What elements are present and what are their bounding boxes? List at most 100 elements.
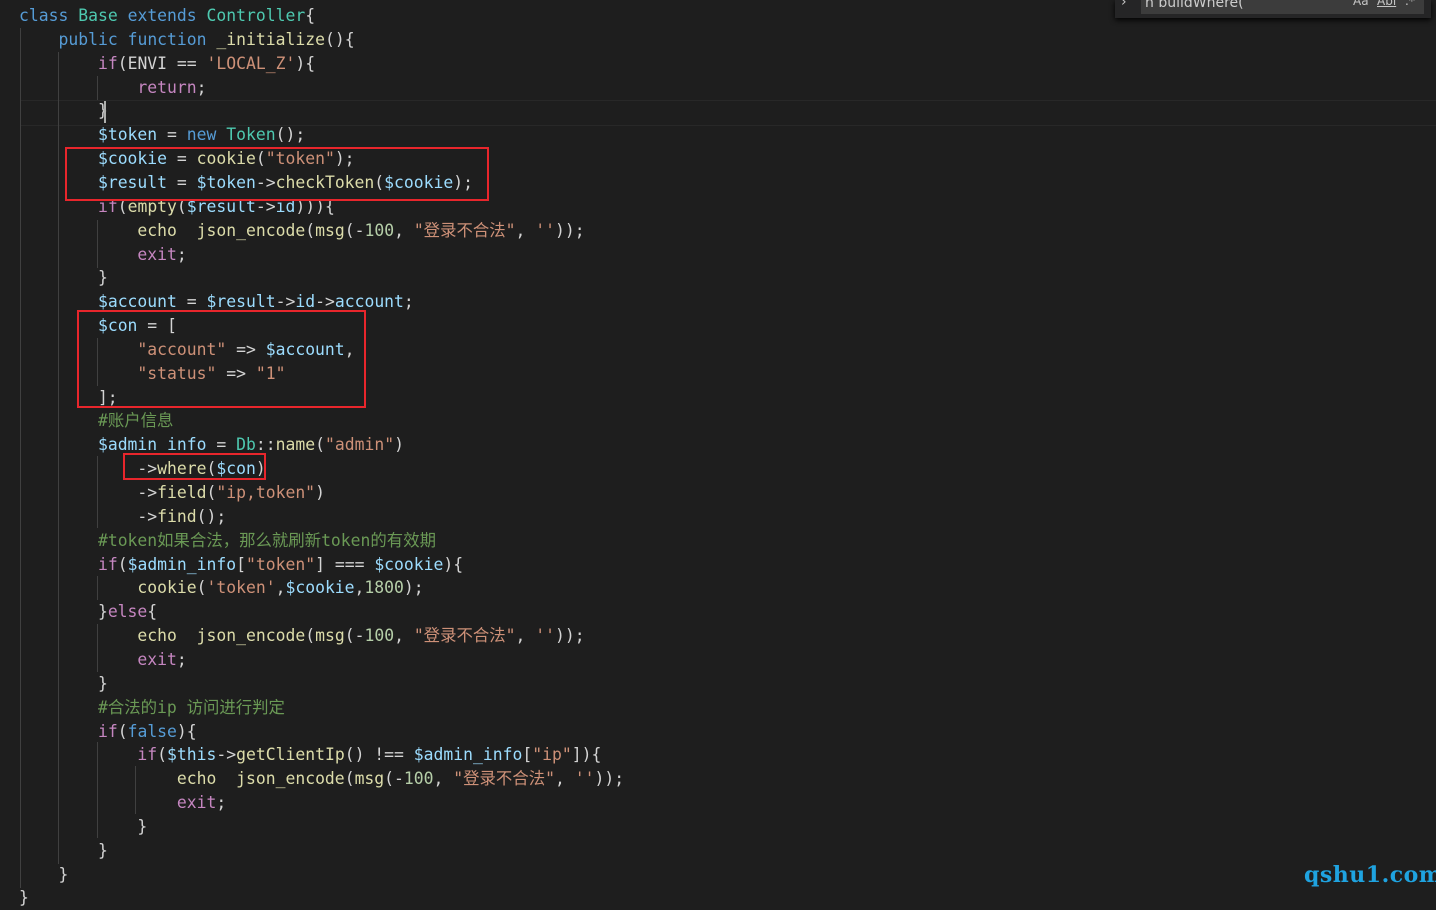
code-line[interactable]: if($this->getClientIp() !== $admin_info[… — [19, 743, 601, 767]
code-line[interactable]: if(false){ — [19, 720, 197, 744]
code-token: ( — [315, 435, 325, 455]
chevron-right-icon[interactable]: › — [1121, 0, 1127, 10]
code-line[interactable]: ->find(); — [19, 505, 226, 529]
regex-toggle[interactable]: .* — [1405, 0, 1415, 8]
code-token: } — [19, 816, 148, 836]
code-line[interactable]: } — [19, 815, 147, 839]
code-token: )); — [555, 220, 585, 240]
code-token: 100 — [364, 220, 395, 240]
code-token: #合法的ip 访问进行判定 — [97, 697, 285, 717]
code-token: (- — [344, 220, 365, 240]
code-line[interactable]: #token如果合法，那么就刷新token的有效期 — [19, 529, 436, 553]
code-line[interactable]: cookie('token',$cookie,1800); — [19, 576, 424, 600]
code-line[interactable]: return; — [19, 76, 207, 100]
code-token: ( — [117, 554, 128, 574]
code-token: Db — [236, 435, 256, 455]
code-line[interactable]: exit; — [19, 791, 226, 815]
code-token: 100 — [364, 626, 395, 646]
code-token: = — [176, 292, 207, 312]
code-line[interactable]: ->field("ip,token") — [19, 481, 325, 505]
code-token: json_encode — [196, 220, 306, 240]
code-line[interactable]: } — [19, 839, 108, 863]
code-token: "token" — [246, 554, 316, 574]
code-token: new — [186, 125, 217, 145]
code-token: ; — [216, 793, 227, 813]
code-token: { — [305, 6, 316, 25]
code-token: [ — [522, 745, 533, 765]
code-line[interactable]: echo json_encode(msg(-100, "登录不合法", ''))… — [19, 767, 624, 791]
code-line[interactable]: }else{ — [19, 600, 157, 624]
code-line[interactable]: #合法的ip 访问进行判定 — [19, 696, 285, 720]
code-token: ); — [403, 578, 424, 598]
code-line[interactable]: if(ENVI == 'LOCAL_Z'){ — [19, 52, 315, 76]
code-line[interactable]: echo json_encode(msg(-100, "登录不合法", ''))… — [19, 219, 585, 243]
whole-word-toggle[interactable]: Abl — [1377, 0, 1396, 8]
code-line[interactable]: exit; — [19, 648, 186, 672]
code-token: ]){ — [571, 745, 602, 765]
code-editor[interactable]: class Base extends Controller{ public fu… — [0, 0, 1436, 907]
code-token: "ip" — [532, 745, 572, 765]
code-line[interactable]: $token = new Token(); — [19, 123, 305, 147]
code-token: public — [58, 29, 118, 49]
code-token: exit — [137, 244, 177, 264]
code-token: "登录不合法" — [413, 626, 516, 646]
code-token: extends — [127, 6, 197, 25]
code-line[interactable]: exit; — [19, 243, 186, 267]
code-token: getClientIp — [236, 745, 345, 765]
code-token: json_encode — [196, 626, 306, 646]
code-token: , — [394, 220, 414, 240]
code-token: ; — [196, 77, 207, 97]
code-line[interactable]: if($admin_info["token"] === $cookie){ — [19, 553, 463, 577]
code-token: '' — [535, 220, 556, 240]
code-token: (); — [196, 506, 227, 526]
code-token: json_encode — [236, 769, 345, 789]
code-token: $this — [167, 745, 217, 765]
find-widget[interactable]: › Aa Abl .* — [1115, 0, 1431, 18]
code-token: msg — [315, 626, 345, 646]
code-token: account — [334, 292, 404, 312]
code-line[interactable]: class Base extends Controller{ — [19, 4, 315, 28]
code-token: } — [19, 840, 108, 860]
code-line[interactable]: #账户信息 — [19, 409, 173, 433]
code-line[interactable]: } — [19, 99, 108, 123]
code-line[interactable]: public function _initialize(){ — [19, 28, 354, 52]
code-token: [ — [236, 554, 247, 574]
code-line[interactable]: } — [19, 863, 68, 887]
code-token: , — [275, 578, 286, 598]
code-token: echo — [137, 626, 177, 646]
code-line[interactable]: echo json_encode(msg(-100, "登录不合法", ''))… — [19, 624, 584, 648]
code-token: , — [515, 220, 536, 240]
code-token: (- — [344, 626, 365, 646]
match-case-toggle[interactable]: Aa — [1353, 0, 1369, 8]
current-line-highlight — [20, 100, 1436, 126]
code-token: "ip,token" — [216, 483, 316, 502]
code-token: _initialize — [216, 29, 325, 49]
code-token: } — [19, 602, 108, 622]
code-token: Controller — [206, 6, 306, 25]
code-token: 100 — [403, 769, 434, 789]
code-token: ( — [196, 578, 207, 598]
code-token: exit — [176, 793, 217, 813]
code-line[interactable]: } — [19, 886, 29, 910]
code-token: -> — [315, 292, 335, 312]
code-token: ( — [305, 626, 316, 646]
code-line[interactable]: } — [19, 672, 108, 696]
code-token: ; — [403, 292, 414, 312]
code-line[interactable]: } — [19, 266, 108, 290]
code-token: :: — [255, 435, 276, 455]
code-token: msg — [315, 220, 345, 240]
code-token: #账户信息 — [97, 411, 174, 431]
